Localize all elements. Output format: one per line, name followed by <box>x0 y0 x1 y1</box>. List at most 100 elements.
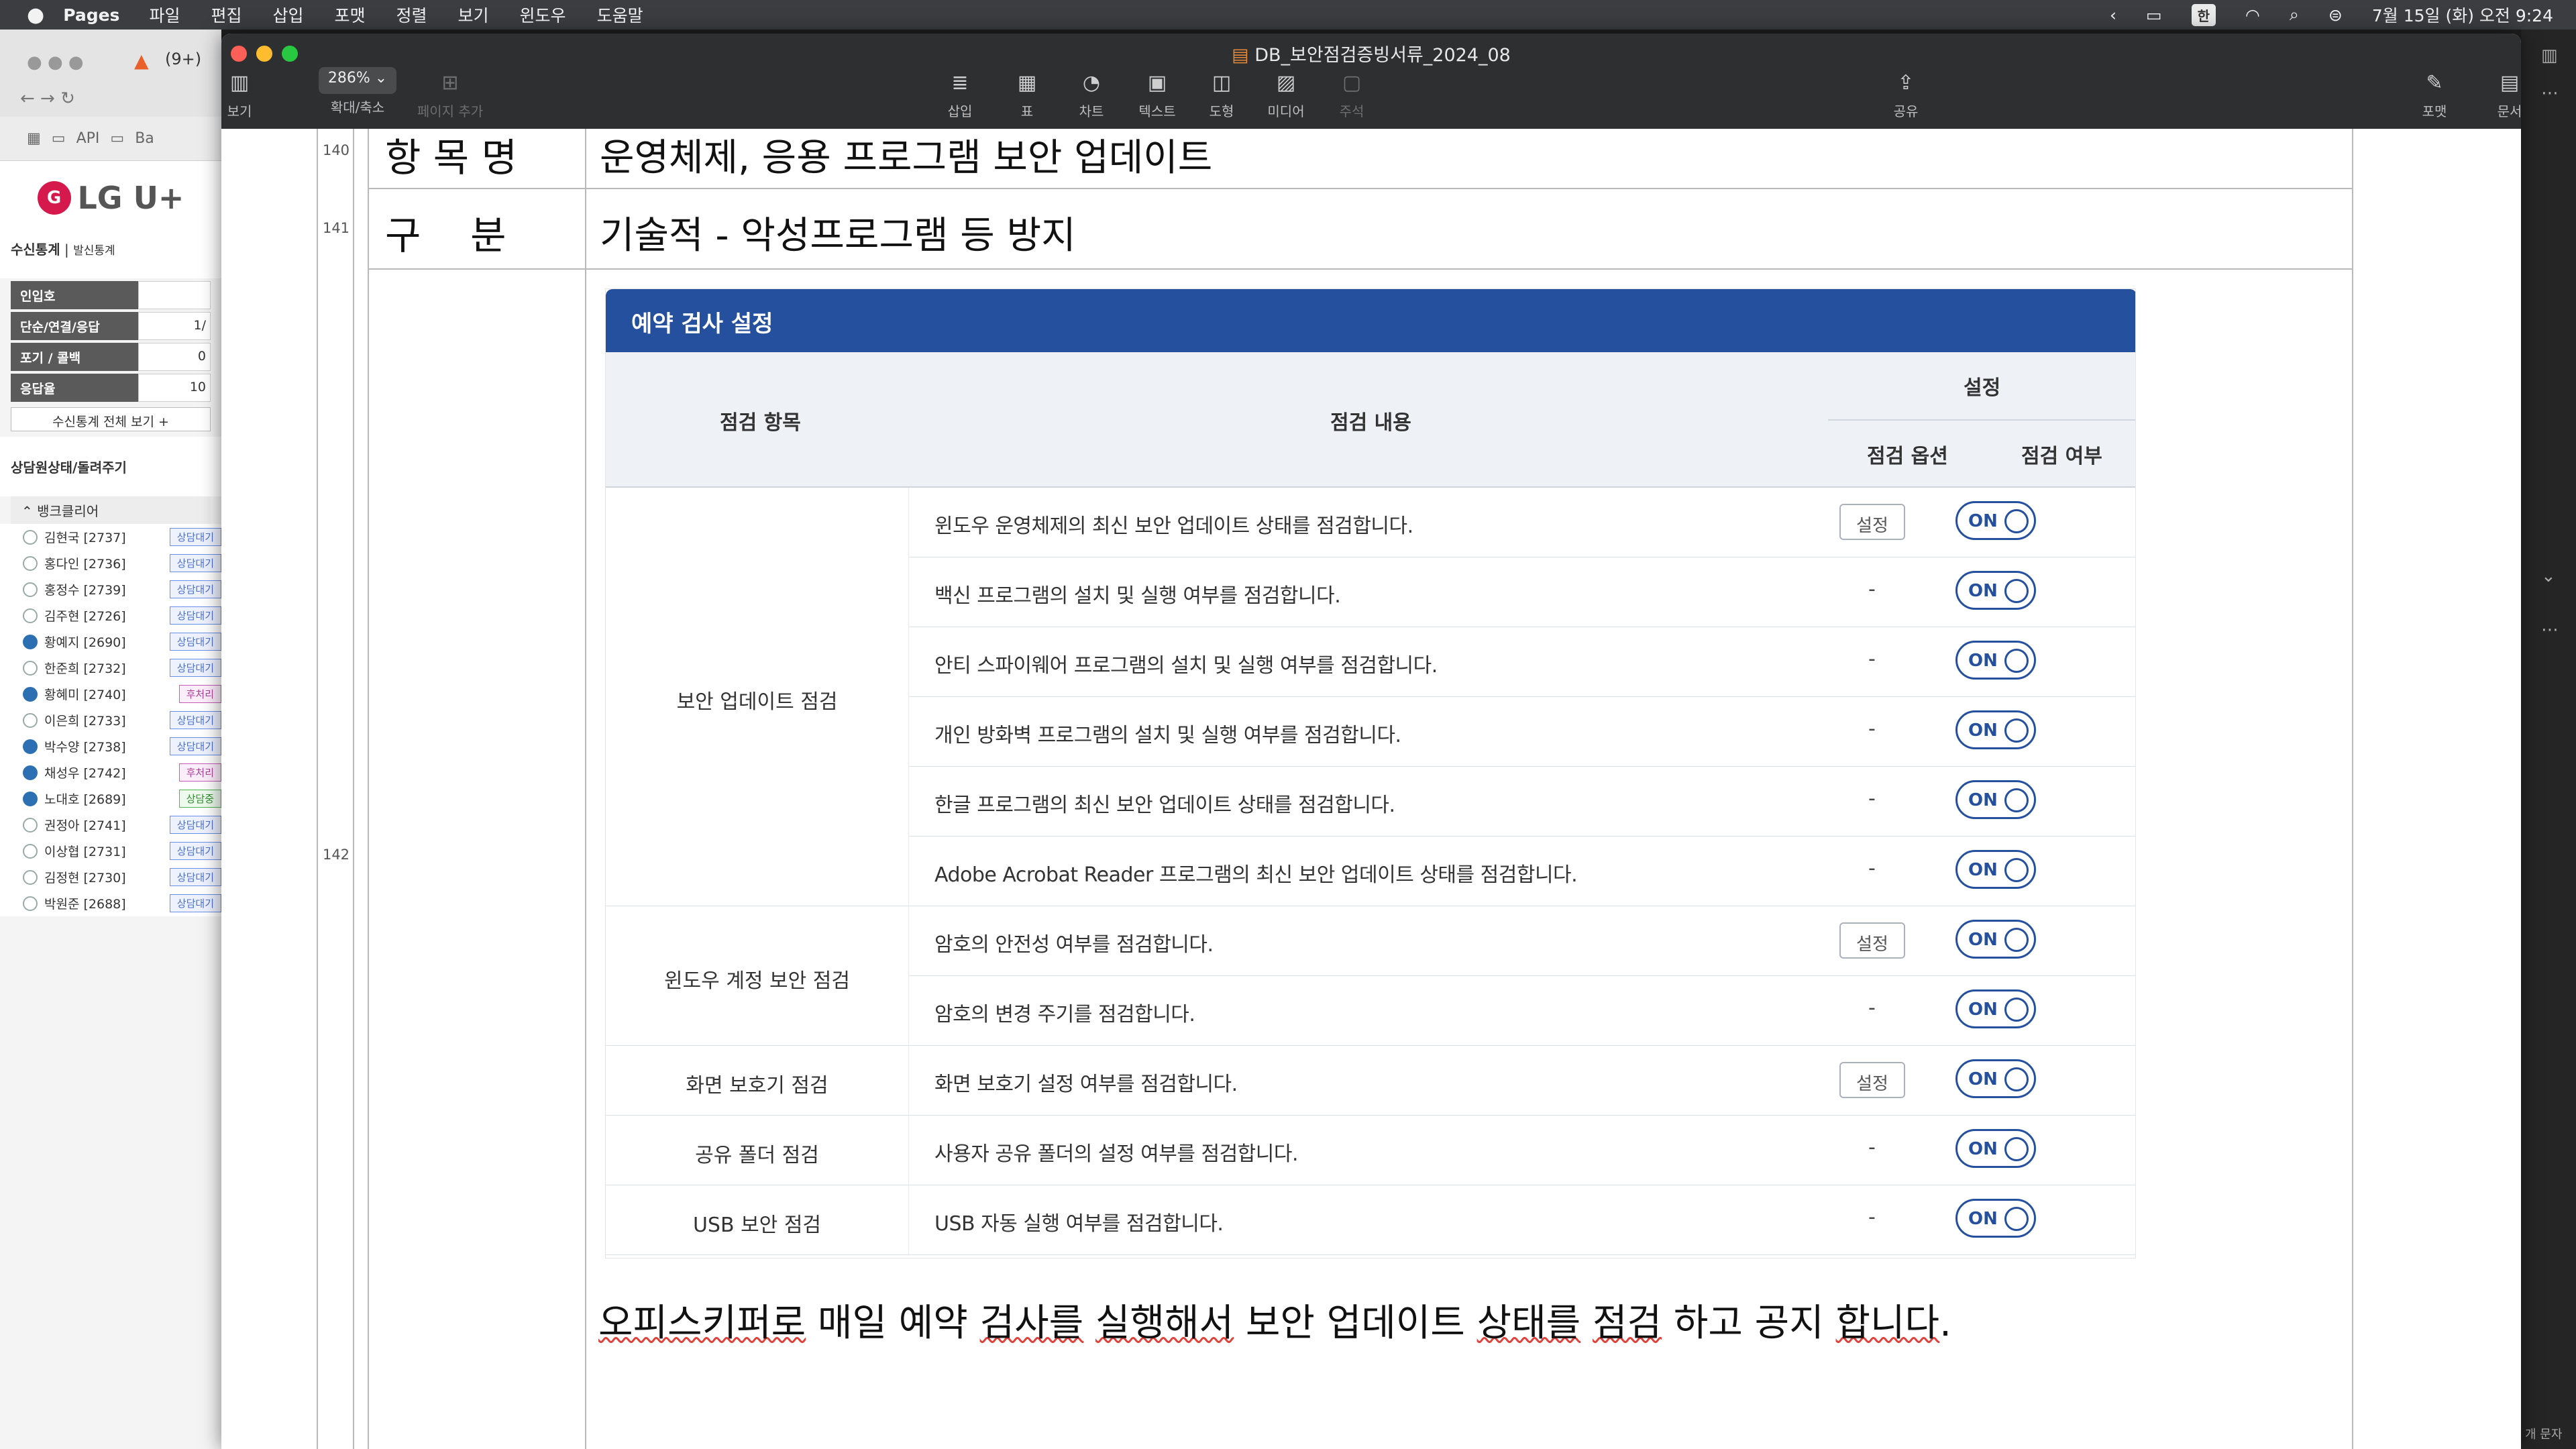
table-button[interactable]: ▦ 표 <box>990 71 1064 120</box>
agent-row[interactable]: 한준희 [2732] 상담대기 <box>0 655 221 681</box>
agent-row[interactable]: 박원준 [2688] 상담대기 <box>0 890 221 916</box>
agent-row[interactable]: 김정현 [2730] 상담대기 <box>0 864 221 890</box>
agent-group[interactable]: ⌃ 뱅크클리어 <box>11 496 211 524</box>
zoom-value: 286% <box>327 70 370 87</box>
share-button[interactable]: ⇪ 공유 <box>1869 71 1943 120</box>
scan-option-button[interactable]: 설정 <box>1839 504 1905 540</box>
apple-icon[interactable]: ● <box>27 3 44 27</box>
comment-button[interactable]: ▢ 주석 <box>1315 71 1389 120</box>
chevron-left-icon[interactable]: ‹ <box>2110 5 2116 25</box>
document-settings-icon: ▤ <box>2500 71 2520 95</box>
agent-status-badge[interactable]: 상담대기 <box>169 816 221 834</box>
agent-status-badge[interactable]: 상담대기 <box>169 894 221 912</box>
category-value[interactable]: 기술적 - 악성프로그램 등 방지 <box>600 205 1076 260</box>
agent-row[interactable]: 이은희 [2733] 상담대기 <box>0 707 221 733</box>
keyboard-icon[interactable]: ▭ <box>2146 5 2162 25</box>
format-button[interactable]: ✎ 포맷 <box>2398 71 2471 120</box>
scan-toggle[interactable]: ON <box>1955 710 2036 749</box>
text-button[interactable]: ▣ 텍스트 <box>1120 71 1194 120</box>
col-enabled: 점검 여부 <box>2021 445 2102 468</box>
view-all-stats-button[interactable]: 수신통계 전체 보기 + <box>11 407 211 431</box>
agent-status-badge[interactable]: 상담대기 <box>169 842 221 860</box>
agent-row[interactable]: 황예지 [2690] 상담대기 <box>0 629 221 655</box>
zoom-select[interactable]: 286% ⌄ <box>318 67 397 94</box>
menu-item[interactable]: 파일 <box>149 3 180 27</box>
agent-status-badge[interactable]: 상담대기 <box>169 711 221 729</box>
scan-option-button[interactable]: 설정 <box>1839 1062 1905 1098</box>
browser-tab[interactable]: (9+) <box>165 50 201 68</box>
menu-item[interactable]: 편집 <box>211 3 241 27</box>
scan-toggle[interactable]: ON <box>1955 641 2036 680</box>
document-button[interactable]: ▤ 문서 <box>2473 71 2521 120</box>
view-button[interactable]: ▥ 보기 <box>221 71 276 120</box>
chart-button[interactable]: ◔ 차트 <box>1055 71 1128 120</box>
add-page-button[interactable]: ⊞ 페이지 추가 <box>393 71 507 120</box>
agent-row[interactable]: 노대호 [2689] 상담중 <box>0 786 221 812</box>
more-icon[interactable]: ⋯ <box>2541 83 2559 103</box>
document-caption[interactable]: 오피스키퍼로 매일 예약 검사를 실행해서 보안 업데이트 상태를 점검 하고 … <box>598 1293 1951 1347</box>
scan-toggle[interactable]: ON <box>1955 780 2036 819</box>
menu-item[interactable]: 포맷 <box>335 3 366 27</box>
item-name-label: 항 목 명 <box>385 135 517 180</box>
scan-toggle[interactable]: ON <box>1955 1199 2036 1238</box>
wifi-icon[interactable]: ◠ <box>2245 5 2260 25</box>
agent-status-badge[interactable]: 상담대기 <box>169 868 221 886</box>
agent-row[interactable]: 이상협 [2731] 상담대기 <box>0 838 221 864</box>
clock[interactable]: 7월 15일 (화) 오전 9:24 <box>2372 3 2553 27</box>
agent-status-badge[interactable]: 상담대기 <box>169 606 221 625</box>
agent-status-badge[interactable]: 상담대기 <box>169 659 221 677</box>
chevron-down-icon[interactable]: ⌄ <box>2541 566 2556 586</box>
insert-button[interactable]: ≣ 삽입 <box>923 71 997 120</box>
agent-status-badge[interactable]: 후처리 <box>178 685 221 703</box>
collapse-icon[interactable]: ⌃ <box>21 503 37 519</box>
control-center-icon[interactable]: ⊜ <box>2328 5 2343 25</box>
agent-row[interactable]: 홍다인 [2736] 상담대기 <box>0 550 221 576</box>
agent-row[interactable]: 황혜미 [2740] 후처리 <box>0 681 221 707</box>
menu-item[interactable]: 도움말 <box>597 3 643 27</box>
bookmark-api[interactable]: API <box>76 130 100 147</box>
menu-item[interactable]: 정렬 <box>396 3 427 27</box>
app-menu[interactable]: Pages <box>63 5 119 25</box>
embedded-scan-settings-image[interactable]: 예약 검사 설정 점검 항목 점검 내용 설정 점검 옵션 점검 여부 보안 업… <box>605 288 2136 1258</box>
search-icon[interactable]: ⌕ <box>2290 5 2299 25</box>
scan-toggle[interactable]: ON <box>1955 920 2036 959</box>
agent-row[interactable]: 권정아 [2741] 상담대기 <box>0 812 221 838</box>
scan-row-description: 사용자 공유 폴더의 설정 여부를 점검합니다. <box>934 1142 1299 1166</box>
agent-status-badge[interactable]: 상담대기 <box>169 580 221 598</box>
scan-group-name: 화면 보호기 점검 <box>686 1074 828 1097</box>
agent-status-badge[interactable]: 상담대기 <box>169 633 221 651</box>
agent-row[interactable]: 박수양 [2738] 상담대기 <box>0 733 221 759</box>
scan-toggle[interactable]: ON <box>1955 501 2036 540</box>
scan-toggle[interactable]: ON <box>1955 1129 2036 1168</box>
agent-row[interactable]: 김주현 [2726] 상담대기 <box>0 602 221 629</box>
scan-option-button[interactable]: 설정 <box>1839 922 1905 959</box>
menu-item[interactable]: 윈도우 <box>520 3 566 27</box>
agent-row[interactable]: 김현국 [2737] 상담대기 <box>0 524 221 550</box>
input-source[interactable]: 한 <box>2191 3 2216 26</box>
media-button[interactable]: ▨ 미디어 <box>1249 71 1323 120</box>
grid-icon[interactable]: ▦ <box>27 130 41 147</box>
setting-divider <box>1828 419 2135 421</box>
bookmark-ba[interactable]: Ba <box>135 130 154 147</box>
scan-toggle[interactable]: ON <box>1955 989 2036 1028</box>
tab-outbound-stats[interactable]: 발신통계 <box>73 244 115 258</box>
more-icon[interactable]: ⋯ <box>2541 620 2559 640</box>
agent-status-badge[interactable]: 후처리 <box>178 763 221 782</box>
shape-button[interactable]: ◫ 도형 <box>1185 71 1258 120</box>
menu-item[interactable]: 보기 <box>458 3 489 27</box>
agent-status-badge[interactable]: 상담대기 <box>169 554 221 572</box>
col-item: 점검 항목 <box>720 411 801 435</box>
scan-toggle[interactable]: ON <box>1955 1059 2036 1098</box>
menu-item[interactable]: 삽입 <box>272 3 303 27</box>
tab-inbound-stats[interactable]: 수신통계 <box>11 241 60 258</box>
agent-status-badge[interactable]: 상담대기 <box>169 737 221 755</box>
agent-status-badge[interactable]: 상담대기 <box>169 528 221 546</box>
agent-row[interactable]: 채성우 [2742] 후처리 <box>0 759 221 786</box>
scan-toggle[interactable]: ON <box>1955 850 2036 889</box>
document-canvas[interactable]: 140 141 142 항 목 명 운영체제, 응용 프로그램 보안 업데이트 … <box>221 129 2521 1449</box>
sidebar-toggle-icon[interactable]: ▥ <box>2541 46 2558 66</box>
agent-status-badge[interactable]: 상담중 <box>178 790 221 808</box>
item-name-value[interactable]: 운영체제, 응용 프로그램 보안 업데이트 <box>600 129 1212 182</box>
agent-row[interactable]: 홍정수 [2739] 상담대기 <box>0 576 221 602</box>
scan-toggle[interactable]: ON <box>1955 571 2036 610</box>
